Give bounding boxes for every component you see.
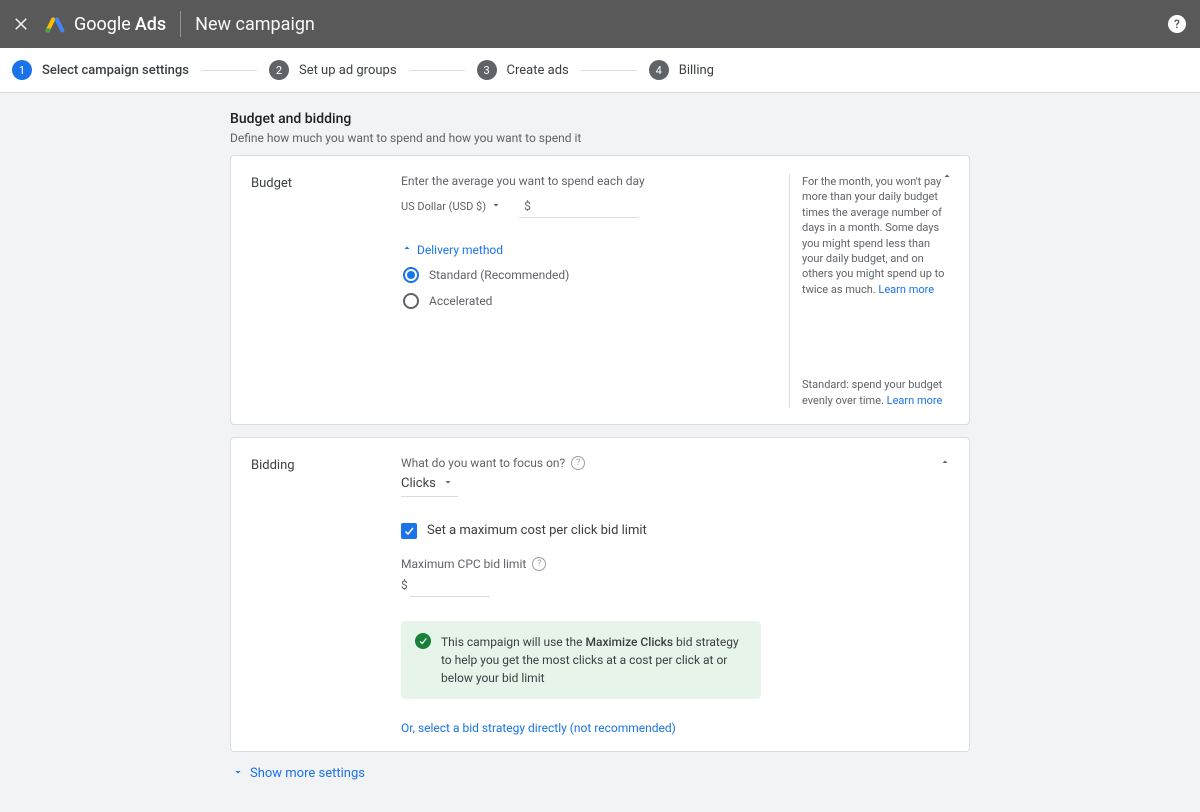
radio-checked-icon: [403, 267, 419, 283]
step-number: 3: [477, 60, 497, 80]
help-icon[interactable]: ?: [571, 456, 585, 470]
step-3[interactable]: 3 Create ads: [477, 60, 569, 80]
chevron-up-icon: [401, 242, 413, 257]
step-2[interactable]: 2 Set up ad groups: [269, 60, 397, 80]
brand-ads: Ads: [135, 14, 166, 35]
currency-select[interactable]: US Dollar (USD $): [401, 199, 502, 214]
budget-hint: Enter the average you want to spend each…: [401, 174, 779, 188]
step-1[interactable]: 1 Select campaign settings: [12, 60, 189, 80]
select-strategy-link[interactable]: Or, select a bid strategy directly (not …: [401, 721, 939, 735]
step-number: 4: [649, 60, 669, 80]
currency-symbol: $: [401, 578, 408, 592]
campaign-stepper: 1 Select campaign settings 2 Set up ad g…: [0, 48, 1200, 93]
chevron-down-icon: [232, 766, 244, 782]
step-connector: [409, 70, 465, 71]
chevron-down-icon: [442, 476, 454, 492]
radio-label: Accelerated: [429, 294, 492, 308]
delivery-method-label: Delivery method: [417, 243, 503, 257]
collapse-icon[interactable]: [939, 456, 951, 472]
max-cpc-checkbox-row[interactable]: Set a maximum cost per click bid limit: [401, 523, 939, 539]
page-content: Budget and bidding Define how much you w…: [230, 111, 970, 782]
checkbox-checked-icon: [401, 523, 417, 539]
page-title: New campaign: [195, 14, 315, 35]
currency-label: US Dollar (USD $): [401, 200, 486, 213]
ads-logo-icon: [44, 13, 66, 35]
delivery-method-toggle[interactable]: Delivery method: [401, 242, 779, 257]
learn-more-link[interactable]: Learn more: [878, 283, 934, 296]
step-number: 1: [12, 60, 32, 80]
step-4[interactable]: 4 Billing: [649, 60, 714, 80]
chevron-down-icon: [490, 199, 502, 214]
google-ads-logo: Google Ads: [44, 13, 166, 35]
delivery-method-radios: Standard (Recommended) Accelerated: [403, 267, 779, 309]
step-connector: [581, 70, 637, 71]
budget-side-text: For the month, you won't pay more than y…: [802, 174, 949, 297]
budget-card: Budget Enter the average you want to spe…: [230, 155, 970, 425]
delivery-standard-option[interactable]: Standard (Recommended): [403, 267, 779, 283]
delivery-side-text: Standard: spend your budget evenly over …: [802, 377, 949, 408]
check-circle-icon: [415, 633, 431, 649]
brand-google: Google: [74, 14, 131, 35]
app-header: Google Ads New campaign ?: [0, 0, 1200, 48]
show-more-settings[interactable]: Show more settings: [232, 766, 970, 782]
header-divider: [180, 11, 181, 37]
radio-unchecked-icon: [403, 293, 419, 309]
help-icon[interactable]: ?: [1168, 15, 1186, 33]
checkbox-label: Set a maximum cost per click bid limit: [427, 523, 647, 538]
close-icon[interactable]: [12, 15, 30, 33]
max-cpc-input[interactable]: [410, 573, 490, 597]
bidding-card: Bidding What do you want to focus on? ? …: [230, 437, 970, 752]
delivery-accelerated-option[interactable]: Accelerated: [403, 293, 779, 309]
step-label: Select campaign settings: [42, 63, 189, 78]
step-label: Create ads: [507, 63, 569, 78]
section-heading: Budget and bidding: [230, 111, 970, 127]
step-label: Set up ad groups: [299, 63, 397, 78]
bid-focus-select[interactable]: Clicks: [401, 472, 458, 497]
step-label: Billing: [679, 63, 714, 78]
section-sub: Define how much you want to spend and ho…: [230, 131, 970, 145]
show-more-label: Show more settings: [250, 766, 365, 781]
currency-symbol: $: [524, 199, 531, 213]
step-number: 2: [269, 60, 289, 80]
help-icon[interactable]: ?: [532, 557, 546, 571]
bid-focus-value: Clicks: [401, 476, 436, 491]
bidding-title: Bidding: [251, 456, 401, 735]
collapse-icon[interactable]: [941, 170, 953, 186]
bid-focus-label: What do you want to focus on? ?: [401, 456, 939, 470]
max-cpc-label: Maximum CPC bid limit ?: [401, 557, 939, 571]
budget-title: Budget: [251, 174, 401, 408]
radio-label: Standard (Recommended): [429, 268, 569, 282]
learn-more-link[interactable]: Learn more: [887, 394, 943, 407]
step-connector: [201, 70, 257, 71]
daily-budget-input[interactable]: [519, 194, 639, 218]
